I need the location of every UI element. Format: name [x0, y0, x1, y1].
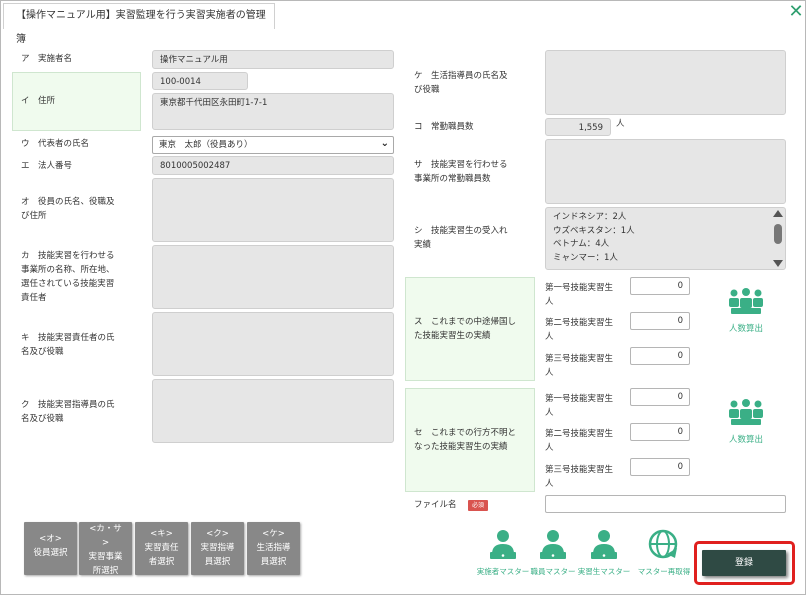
master-refetch-link[interactable]: マスター再取得 [633, 566, 695, 577]
input-su-grade3[interactable]: 0 [630, 347, 690, 365]
person-laptop-icon[interactable] [489, 528, 517, 560]
person-laptop-icon[interactable] [539, 528, 567, 560]
dialog-window: 【操作マニュアル用】実習監理を行う実習実施者の管理簿 ✕ ア 実施者名 操作マニ… [0, 0, 806, 595]
highlight-su [405, 277, 535, 381]
grade-label-se-3: 第三号技能実習生 [545, 465, 614, 475]
unit-person-ko: 人 [616, 119, 625, 129]
field-instructors [152, 379, 394, 443]
person-laptop-icon[interactable] [590, 528, 618, 560]
label-ka-3: 選任されている技能実習 [21, 279, 115, 289]
field-workplaces [152, 245, 394, 309]
input-su-grade1[interactable]: 0 [630, 277, 690, 295]
label-sa-1: サ 技能実習を行わせる [414, 160, 508, 170]
label-ku-2: 名及び役職 [21, 414, 64, 424]
label-file: ファイル名 [414, 500, 457, 510]
label-e: エ 法人番号 [21, 161, 73, 171]
label-o-1: オ 役員の氏名、役職及 [21, 197, 115, 207]
close-icon[interactable]: ✕ [787, 3, 805, 21]
unit-person: 人 [545, 479, 554, 489]
field-responsible [152, 312, 394, 376]
chevron-down-icon: ⌄ [380, 138, 389, 149]
unit-person: 人 [545, 368, 554, 378]
label-o-2: び住所 [21, 211, 47, 221]
calc-label-se[interactable]: 人数算出 [723, 433, 769, 445]
select-responsible-button[interactable]: <キ> 実習責任 者選択 [135, 522, 188, 575]
select-instructor-button[interactable]: <ク> 実習指導 員選択 [191, 522, 244, 575]
field-full-time-staff: 1,559 [545, 118, 611, 136]
field-officers [152, 178, 394, 242]
label-ki-2: 名及び役職 [21, 347, 64, 357]
label-se-1: セ これまでの行方不明と [414, 428, 517, 438]
grade-label-su-2: 第二号技能実習生 [545, 318, 614, 328]
grade-label-se-1: 第一号技能実習生 [545, 394, 614, 404]
scrollbar[interactable] [772, 208, 784, 270]
label-ka-1: カ 技能実習を行わせる [21, 251, 115, 261]
input-se-grade1[interactable]: 0 [630, 388, 690, 406]
unit-person: 人 [545, 443, 554, 453]
field-corporate-number: 8010005002487 [152, 156, 394, 175]
required-badge: 必須 [468, 500, 488, 511]
calc-label-su[interactable]: 人数算出 [723, 322, 769, 334]
list-item: ミャンマー：1人 [553, 252, 618, 263]
label-ka-4: 責任者 [21, 293, 47, 303]
label-a: ア 実施者名 [21, 54, 73, 64]
list-item: ウズベキスタン：1人 [553, 225, 635, 236]
label-ke-1: ケ 生活指導員の氏名及 [414, 71, 508, 81]
field-address: 東京都千代田区永田町1-7-1 [152, 93, 394, 130]
list-item: ベトナム：4人 [553, 239, 610, 249]
file-name-input[interactable] [545, 495, 786, 513]
field-implementer-name: 操作マニュアル用 [152, 50, 394, 69]
highlight-se [405, 388, 535, 492]
field-life-instructors [545, 50, 786, 115]
label-se-2: なった技能実習生の実績 [414, 442, 508, 452]
unit-person: 人 [545, 297, 554, 307]
label-ku-1: ク 技能実習指導員の氏 [21, 400, 115, 410]
label-su-2: た技能実習生の実績 [414, 331, 491, 341]
field-workplace-staff [545, 139, 786, 204]
representative-select-value: 東京 太郎（役員あり） [159, 140, 253, 150]
label-ka-2: 事業所の名称、所在地、 [21, 265, 115, 275]
field-postal-code: 100-0014 [152, 72, 248, 90]
people-count-icon[interactable] [727, 398, 765, 426]
scroll-thumb [774, 224, 782, 244]
grade-label-se-2: 第二号技能実習生 [545, 429, 614, 439]
select-workplace-button[interactable]: <カ・サ > 実習事業 所選択 [79, 522, 132, 576]
label-ke-2: び役職 [414, 85, 440, 95]
grade-label-su-1: 第一号技能実習生 [545, 283, 614, 293]
input-su-grade2[interactable]: 0 [630, 312, 690, 330]
register-button[interactable]: 登録 [702, 550, 786, 576]
staff-master-link[interactable]: 職員マスター [529, 566, 577, 577]
list-acceptance-record: インドネシア：2人 ウズベキスタン：1人 ベトナム：4人 ミャンマー：1人 [545, 207, 786, 270]
label-ko: コ 常勤職員数 [414, 122, 474, 132]
unit-person: 人 [545, 332, 554, 342]
label-shi-1: シ 技能実習生の受入れ [414, 226, 508, 236]
globe-refresh-icon[interactable] [647, 528, 681, 560]
scroll-up-icon [773, 210, 783, 217]
label-sa-2: 事業所の常勤職員数 [414, 174, 491, 184]
scroll-down-icon [773, 260, 783, 267]
unit-person: 人 [545, 408, 554, 418]
list-item: インドネシア：2人 [553, 212, 627, 222]
grade-label-su-3: 第三号技能実習生 [545, 354, 614, 364]
label-shi-2: 実績 [414, 240, 432, 250]
input-se-grade2[interactable]: 0 [630, 423, 690, 441]
trainee-master-link[interactable]: 実習生マスター [577, 566, 631, 577]
select-officer-button[interactable]: <オ> 役員選択 [24, 522, 77, 575]
label-su-1: ス これまでの中途帰国し [414, 317, 517, 327]
window-title-tab: 【操作マニュアル用】実習監理を行う実習実施者の管理簿 [3, 3, 275, 45]
select-life-instructor-button[interactable]: <ケ> 生活指導 員選択 [247, 522, 300, 575]
label-ki-1: キ 技能実習責任者の氏 [21, 333, 115, 343]
representative-select[interactable]: 東京 太郎（役員あり） ⌄ [152, 136, 394, 154]
label-u: ウ 代表者の氏名 [21, 139, 90, 149]
people-count-icon[interactable] [727, 287, 765, 315]
label-i: イ 住所 [21, 96, 56, 106]
implementer-master-link[interactable]: 実施者マスター [475, 566, 531, 577]
input-se-grade3[interactable]: 0 [630, 458, 690, 476]
